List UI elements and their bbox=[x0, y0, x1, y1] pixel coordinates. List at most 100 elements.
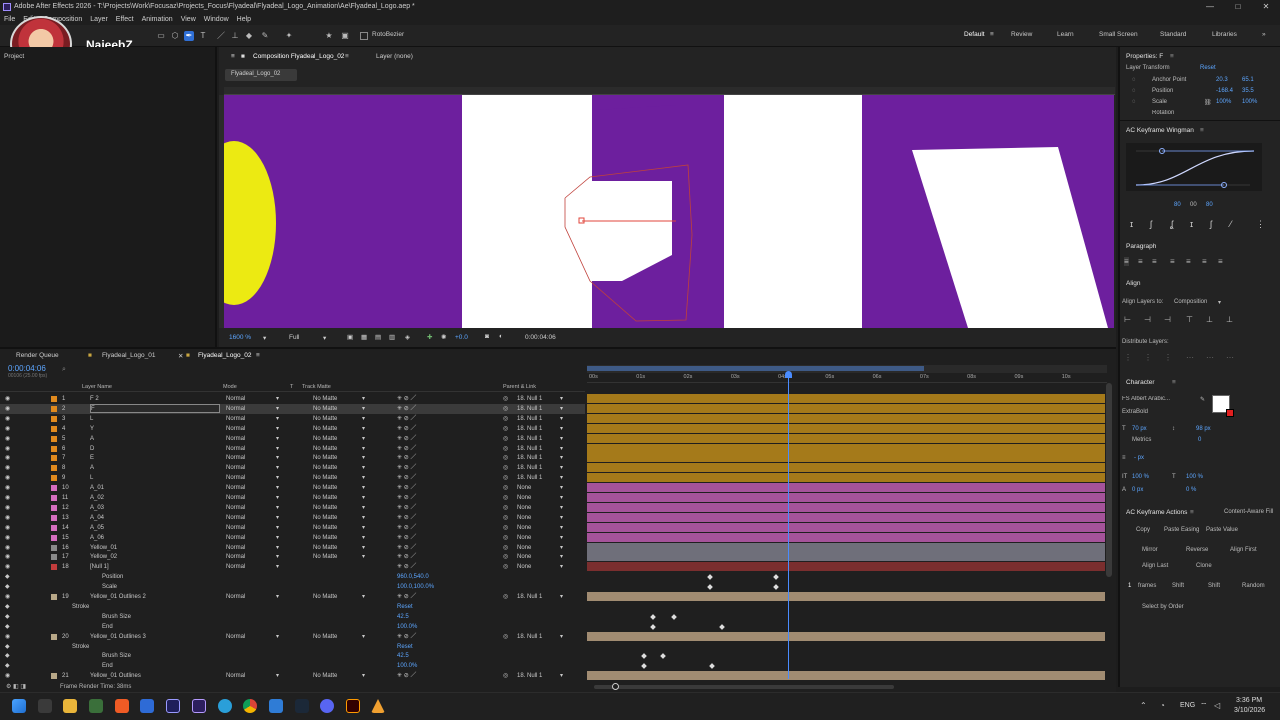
chevron-down-icon[interactable]: ▾ bbox=[276, 533, 279, 543]
align-last-button[interactable]: Align Last bbox=[1142, 563, 1168, 569]
layer-switches[interactable]: ✳ ⊘ ／ bbox=[397, 453, 416, 463]
layer-row[interactable]: ◉ 2 F Normal ▾ No Matte ▾ ✳ ⊘ ／ ◎ 18. Null 1 ▾ bbox=[0, 403, 585, 414]
tray-chevron-icon[interactable]: ⌃ bbox=[1140, 701, 1147, 710]
layer-name[interactable]: F 2 bbox=[90, 394, 99, 404]
exposure-value[interactable]: +0.0 bbox=[455, 334, 468, 341]
properties-menu-icon[interactable]: ≡ bbox=[1170, 53, 1174, 60]
timeline-tab-menu-icon[interactable]: ≡ bbox=[256, 352, 260, 359]
justify-left-icon[interactable]: ≡ bbox=[1170, 257, 1175, 266]
chevron-down-icon[interactable]: ▾ bbox=[362, 592, 365, 602]
wingman-value-3[interactable]: 80 bbox=[1206, 202, 1213, 208]
network-icon[interactable]: ◔ bbox=[1160, 701, 1165, 710]
leading-value[interactable]: 98 px bbox=[1196, 426, 1211, 432]
blend-mode-dropdown[interactable]: Normal bbox=[226, 671, 245, 681]
font-style-dropdown[interactable]: ExtraBold bbox=[1122, 409, 1148, 415]
visibility-eye-icon[interactable]: ◉ bbox=[5, 434, 10, 444]
wingman-value-1[interactable]: 80 bbox=[1174, 202, 1181, 208]
property-name[interactable]: Brush Size bbox=[102, 651, 131, 661]
shift-left-button[interactable]: Shift bbox=[1172, 583, 1184, 589]
ease-in-out-icon[interactable]: ɪ bbox=[1190, 219, 1193, 229]
parent-dropdown[interactable]: 18. Null 1 bbox=[517, 473, 542, 483]
work-area-range[interactable] bbox=[587, 366, 924, 371]
track-matte-dropdown[interactable]: No Matte bbox=[313, 523, 337, 533]
parent-dropdown[interactable]: 18. Null 1 bbox=[517, 632, 542, 642]
blend-mode-dropdown[interactable]: Normal bbox=[226, 483, 245, 493]
chevron-down-icon[interactable]: ▾ bbox=[362, 434, 365, 444]
grid-guides-icon[interactable]: ▥ bbox=[389, 333, 395, 341]
parent-dropdown[interactable]: 18. Null 1 bbox=[517, 453, 542, 463]
keyframe-nav-icon[interactable]: ◆ bbox=[5, 642, 10, 652]
chevron-down-icon[interactable]: ▾ bbox=[560, 671, 563, 681]
layer-row[interactable]: ◉ 12 A_03 Normal ▾ No Matte ▾ ✳ ⊘ ／ ◎ None ▾ bbox=[0, 503, 585, 513]
layer-switches[interactable]: ✳ ⊘ ／ bbox=[397, 483, 416, 493]
search-icon[interactable]: ⌕ bbox=[62, 366, 66, 374]
track-matte-dropdown[interactable]: No Matte bbox=[313, 394, 337, 404]
layer-name[interactable]: A_02 bbox=[90, 493, 104, 503]
premiere-pro-icon[interactable] bbox=[166, 699, 180, 713]
keyframe-nav-icon[interactable]: ◆ bbox=[5, 582, 10, 592]
label-color-swatch[interactable] bbox=[51, 504, 57, 511]
parent-dropdown[interactable]: None bbox=[517, 552, 531, 562]
blend-mode-dropdown[interactable]: Normal bbox=[226, 632, 245, 642]
chevron-down-icon[interactable]: ▾ bbox=[276, 444, 279, 454]
chevron-down-icon[interactable]: ▾ bbox=[362, 523, 365, 533]
chevron-down-icon[interactable]: ▾ bbox=[362, 483, 365, 493]
layer-duration-bar[interactable] bbox=[587, 463, 1105, 473]
app-icon[interactable] bbox=[89, 699, 103, 713]
align-center-icon[interactable]: ≡ bbox=[1138, 257, 1143, 266]
pick-whip-icon[interactable]: ◎ bbox=[503, 424, 508, 434]
illustrator-icon[interactable] bbox=[346, 699, 360, 713]
pick-whip-icon[interactable]: ◎ bbox=[503, 533, 508, 543]
chevron-down-icon[interactable]: ▾ bbox=[362, 444, 365, 454]
eraser-tool-icon[interactable]: ◆ bbox=[244, 31, 254, 41]
align-to-dropdown[interactable]: Composition bbox=[1174, 299, 1207, 305]
chevron-down-icon[interactable]: ▾ bbox=[276, 543, 279, 553]
chevron-down-icon[interactable]: ▾ bbox=[276, 632, 279, 642]
chevron-down-icon[interactable]: ▾ bbox=[560, 444, 563, 454]
property-value[interactable]: Reset bbox=[397, 642, 413, 652]
shape-tool-icon[interactable]: ⬡ bbox=[170, 31, 180, 41]
visibility-eye-icon[interactable]: ◉ bbox=[5, 473, 10, 483]
blend-mode-dropdown[interactable]: Normal bbox=[226, 533, 245, 543]
label-color-swatch[interactable] bbox=[51, 405, 57, 412]
layer-duration-bar[interactable] bbox=[587, 423, 1105, 433]
chevron-down-icon[interactable]: ▾ bbox=[560, 404, 563, 414]
chevron-down-icon[interactable]: ▾ bbox=[560, 543, 563, 553]
blend-mode-dropdown[interactable]: Normal bbox=[226, 404, 245, 414]
layer-row[interactable]: ◉ 6 D Normal ▾ No Matte ▾ ✳ ⊘ ／ ◎ 18. Null 1 ▾ bbox=[0, 444, 585, 454]
visibility-eye-icon[interactable]: ◉ bbox=[5, 543, 10, 553]
layer-name-header[interactable]: Layer Name bbox=[82, 383, 112, 392]
layer-name[interactable]: Yellow_01 bbox=[90, 543, 117, 553]
roto-brush-tool-icon[interactable]: ✎ bbox=[260, 31, 270, 41]
after-effects-taskbar-icon[interactable] bbox=[192, 699, 206, 713]
layer-duration-bar[interactable] bbox=[587, 631, 1105, 641]
visibility-eye-icon[interactable]: ◉ bbox=[5, 463, 10, 473]
layer-name[interactable]: A bbox=[90, 463, 94, 473]
visibility-eye-icon[interactable]: ◉ bbox=[5, 394, 10, 404]
chevron-down-icon[interactable]: ▾ bbox=[362, 414, 365, 424]
chevron-down-icon[interactable]: ▾ bbox=[560, 552, 563, 562]
prop-value-1[interactable]: 100% bbox=[1216, 99, 1231, 105]
layer-name[interactable]: A bbox=[90, 434, 94, 444]
menu-file[interactable]: File bbox=[0, 14, 19, 25]
pick-whip-icon[interactable]: ◎ bbox=[503, 404, 508, 414]
snapshot-icon[interactable]: ◙ bbox=[485, 333, 489, 340]
pick-whip-icon[interactable]: ◎ bbox=[503, 493, 508, 503]
layer-switches[interactable]: ✳ ⊘ ／ bbox=[397, 444, 416, 454]
track-matte-dropdown[interactable]: No Matte bbox=[313, 533, 337, 543]
keyframe-marker[interactable] bbox=[671, 613, 678, 620]
blend-mode-dropdown[interactable]: Normal bbox=[226, 503, 245, 513]
vertical-scale-value[interactable]: 100 % bbox=[1132, 474, 1149, 480]
parent-dropdown[interactable]: 18. Null 1 bbox=[517, 424, 542, 434]
visibility-eye-icon[interactable]: ◉ bbox=[5, 562, 10, 572]
track-matte-dropdown[interactable]: No Matte bbox=[313, 632, 337, 642]
parent-dropdown[interactable]: None bbox=[517, 493, 531, 503]
property-value[interactable]: 100.0% bbox=[397, 661, 417, 671]
keyframe-nav-icon[interactable]: ◆ bbox=[5, 651, 10, 661]
pick-whip-icon[interactable]: ◎ bbox=[503, 453, 508, 463]
layer-switches[interactable]: ✳ ⊘ ／ bbox=[397, 562, 416, 572]
pick-whip-icon[interactable]: ◎ bbox=[503, 513, 508, 523]
reset-link[interactable]: Reset bbox=[1200, 65, 1216, 71]
pin-icon[interactable]: ★ bbox=[324, 31, 334, 41]
select-by-order-dropdown[interactable]: Select by Order bbox=[1142, 604, 1184, 610]
